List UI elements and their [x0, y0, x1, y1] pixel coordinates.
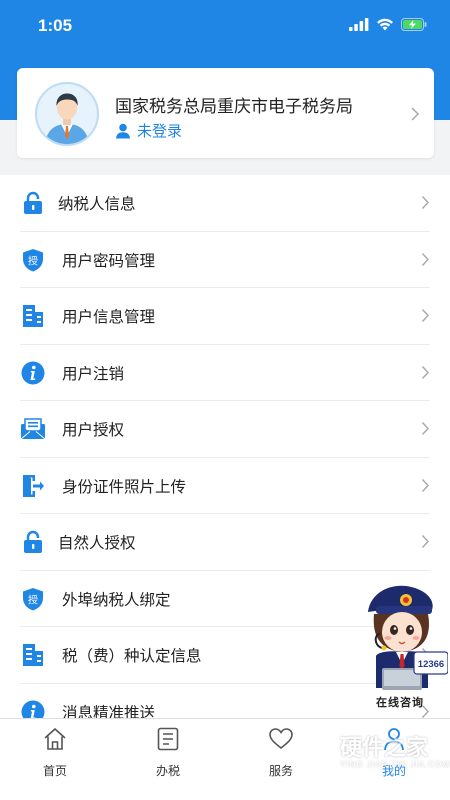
lock-icon [20, 190, 46, 216]
menu-item-password-management[interactable]: 授 用户密码管理 [0, 232, 450, 288]
avatar [35, 82, 99, 146]
building-icon [20, 303, 46, 329]
menu-item-user-authorization[interactable]: 用户授权 [0, 401, 450, 458]
tab-service[interactable]: 服务 [246, 727, 316, 779]
profile-card[interactable]: 国家税务总局重庆市电子税务局 未登录 [17, 68, 434, 158]
menu-item-natural-person-authorization[interactable]: 自然人授权 [0, 514, 450, 571]
login-status-text: 未登录 [137, 122, 183, 140]
menu-item-label: 纳税人信息 [58, 195, 136, 214]
tab-home[interactable]: 首页 [20, 727, 90, 779]
chevron-right-icon [421, 252, 429, 266]
cellular-signal-icon [349, 18, 369, 31]
building-icon [20, 642, 46, 668]
door-exit-icon [20, 473, 46, 499]
svg-text:授: 授 [28, 593, 38, 606]
user-icon [116, 123, 130, 138]
mail-icon [20, 416, 46, 442]
tab-label: 我的 [381, 764, 406, 778]
menu-item-label: 用户密码管理 [62, 251, 156, 270]
home-icon [44, 728, 66, 750]
menu-item-taxpayer-info[interactable]: 纳税人信息 [0, 175, 450, 232]
menu-item-user-deregister[interactable]: 用户注销 [0, 345, 450, 401]
wifi-icon [377, 18, 393, 31]
menu-item-label: 身份证件照片上传 [62, 477, 187, 496]
lock-icon [20, 529, 46, 555]
chevron-right-icon [421, 196, 429, 209]
tab-label: 办税 [155, 764, 180, 778]
mascot-badge: 12366 [418, 659, 444, 670]
heart-icon [269, 728, 293, 750]
menu-item-label: 自然人授权 [58, 534, 136, 553]
status-bar: 1:05 [0, 0, 450, 52]
svg-text:授: 授 [28, 254, 38, 267]
chevron-right-icon [421, 365, 429, 379]
menu-item-label: 税（费）种认定信息 [62, 647, 202, 666]
tab-label: 服务 [268, 764, 293, 778]
mascot-label: 在线咨询 [376, 696, 424, 709]
profile-title: 国家税务总局重庆市电子税务局 [115, 97, 353, 117]
info-icon [20, 360, 46, 386]
menu-item-id-photo-upload[interactable]: 身份证件照片上传 [0, 458, 450, 514]
status-time: 1:05 [38, 16, 73, 35]
battery-charging-icon [401, 18, 427, 31]
chevron-right-icon [421, 535, 429, 548]
tab-mine[interactable]: 我的 [359, 727, 429, 779]
chevron-right-icon [421, 422, 429, 435]
chevron-right-icon [421, 309, 429, 322]
chevron-right-icon [421, 478, 429, 492]
tab-tax-handling[interactable]: 办税 [133, 727, 203, 779]
login-status-row[interactable]: 未登录 [115, 120, 182, 141]
list-icon [157, 727, 179, 751]
online-consult-mascot[interactable]: 12366 [362, 576, 449, 710]
user-icon [384, 728, 404, 751]
mascot-figure: 12366 [368, 585, 449, 690]
menu-item-user-info-management[interactable]: 用户信息管理 [0, 288, 450, 345]
tab-label: 首页 [42, 764, 67, 778]
chevron-right-icon [411, 107, 420, 121]
tab-bar: 首页 办税 服务 我的 [0, 718, 450, 800]
status-icons [349, 18, 428, 31]
menu-item-label: 用户信息管理 [62, 308, 156, 327]
avatar-person-icon [45, 93, 89, 144]
menu-item-label: 用户注销 [62, 364, 125, 383]
menu-item-label: 用户授权 [62, 421, 125, 440]
menu-item-label: 外埠纳税人绑定 [62, 590, 171, 609]
shield-auth-icon: 授 [20, 247, 46, 273]
shield-auth-icon: 授 [20, 586, 46, 612]
